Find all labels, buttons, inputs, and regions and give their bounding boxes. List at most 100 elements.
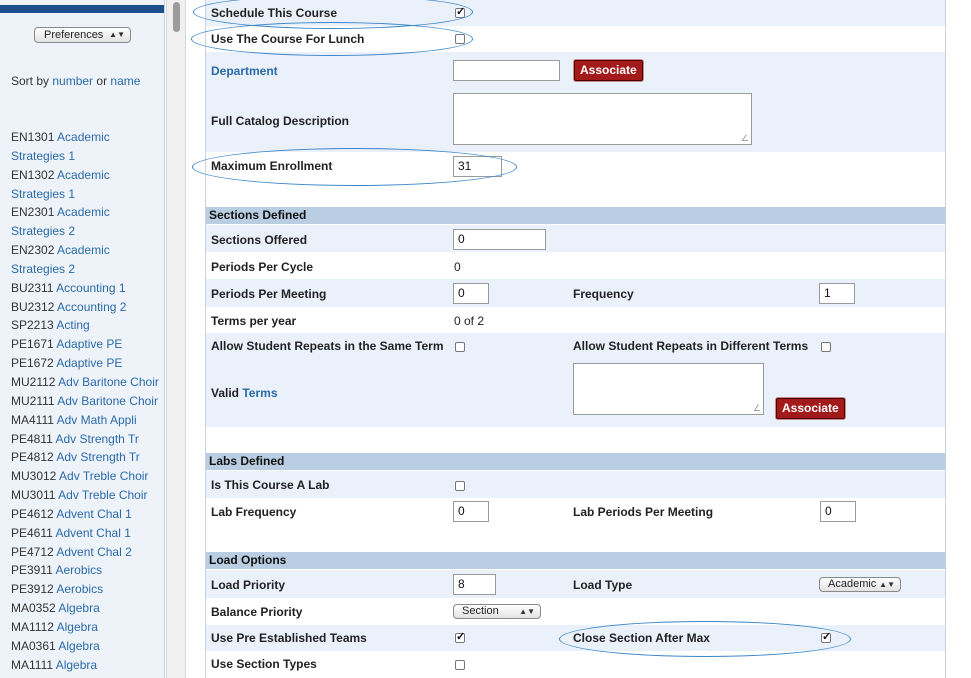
scrollbar[interactable] bbox=[166, 0, 186, 678]
course-name-link[interactable]: Algebra bbox=[58, 639, 99, 653]
frequency-label: Frequency bbox=[573, 287, 634, 301]
department-link[interactable]: Department bbox=[211, 64, 278, 78]
course-name-link[interactable]: Adaptive PE bbox=[56, 356, 122, 370]
is-lab-checkbox[interactable] bbox=[455, 481, 465, 491]
valid-terms-textarea[interactable]: ∠ bbox=[573, 363, 764, 415]
resize-grip-icon[interactable]: ∠ bbox=[741, 134, 749, 143]
course-form: Schedule This Course Use The Course For … bbox=[205, 0, 946, 678]
balance-priority-label: Balance Priority bbox=[211, 605, 303, 619]
course-name-link[interactable]: Strategies 1 bbox=[11, 187, 75, 201]
course-name-link[interactable]: Strategies 2 bbox=[11, 224, 75, 238]
max-enrollment-input[interactable]: 31 bbox=[453, 156, 502, 177]
sections-offered-input[interactable]: 0 bbox=[453, 229, 546, 250]
course-list-item: Strategies 1 bbox=[11, 147, 161, 166]
department-label: Department bbox=[211, 64, 278, 78]
valid-terms-row: Valid Terms ∠ Associate bbox=[206, 359, 945, 427]
course-list-item: PE4712 Advent Chal 2 bbox=[11, 543, 161, 562]
course-code: PE4611 bbox=[11, 525, 53, 540]
course-code: EN2301 bbox=[11, 205, 55, 220]
course-name-link[interactable]: Academic bbox=[57, 243, 110, 257]
course-name-link[interactable]: Adv Baritone Choir bbox=[58, 375, 159, 389]
course-code: PE4612 bbox=[11, 506, 54, 521]
lunch-label: Use The Course For Lunch bbox=[211, 32, 365, 46]
course-code: MU3011 bbox=[11, 488, 56, 503]
course-name-link[interactable]: Algebra bbox=[58, 601, 99, 615]
load-type-label: Load Type bbox=[573, 578, 633, 592]
course-list-item: PE4611 Advent Chal 1 bbox=[11, 524, 161, 543]
department-associate-button[interactable]: Associate bbox=[574, 60, 643, 81]
lab-frequency-input[interactable]: 0 bbox=[453, 501, 489, 522]
course-list-item: MA0361 Algebra bbox=[11, 637, 161, 656]
lab-periods-input[interactable]: 0 bbox=[820, 501, 856, 522]
section-types-checkbox[interactable] bbox=[455, 660, 465, 670]
course-code: MA4111 bbox=[11, 412, 54, 427]
close-after-max-checkbox[interactable] bbox=[821, 630, 831, 643]
course-code: PE1671 bbox=[11, 337, 54, 352]
course-name-link[interactable]: Adv Treble Choir bbox=[59, 469, 148, 483]
scrollbar-thumb[interactable] bbox=[173, 2, 180, 32]
course-name-link[interactable]: Accounting 2 bbox=[57, 300, 126, 314]
course-list-item: MU3012 Adv Treble Choir bbox=[11, 467, 161, 486]
course-list-item: PE4811 Adv Strength Tr bbox=[11, 430, 161, 449]
course-name-link[interactable]: Adv Math Appli bbox=[57, 413, 137, 427]
max-enrollment-label: Maximum Enrollment bbox=[211, 159, 333, 173]
teams-checkbox[interactable] bbox=[455, 630, 465, 643]
course-list-item: EN2302 Academic bbox=[11, 241, 161, 260]
course-list-item: PE3912 Aerobics bbox=[11, 580, 161, 599]
course-list-item: PE1671 Adaptive PE bbox=[11, 335, 161, 354]
preferences-label: Preferences bbox=[44, 29, 104, 41]
lab-frequency-row: Lab Frequency 0 Lab Periods Per Meeting … bbox=[206, 498, 945, 526]
course-name-link[interactable]: Strategies 1 bbox=[11, 149, 75, 163]
frequency-input[interactable]: 1 bbox=[819, 283, 855, 304]
course-name-link[interactable]: Aerobics bbox=[56, 582, 103, 596]
sort-by-number-link[interactable]: number bbox=[52, 74, 93, 88]
course-name-link[interactable]: Advent Chal 2 bbox=[56, 545, 131, 559]
course-name-link[interactable]: Strategies 2 bbox=[11, 262, 75, 276]
course-code: PE1672 bbox=[11, 356, 54, 371]
load-type-dropdown[interactable]: Academic ▲▼ bbox=[819, 577, 901, 592]
catalog-textarea[interactable]: ∠ bbox=[453, 93, 752, 145]
repeats-same-term-checkbox[interactable] bbox=[455, 342, 465, 352]
course-name-link[interactable]: Academic bbox=[57, 205, 110, 219]
lab-periods-label: Lab Periods Per Meeting bbox=[573, 505, 714, 519]
sort-or: or bbox=[96, 74, 108, 88]
course-name-link[interactable]: Adv Treble Choir bbox=[58, 488, 147, 502]
course-list-item: EN1301 Academic bbox=[11, 128, 161, 147]
course-name-link[interactable]: Adv Strength Tr bbox=[55, 432, 138, 446]
catalog-row: Full Catalog Description ∠ bbox=[206, 88, 945, 152]
is-lab-row: Is This Course A Lab bbox=[206, 471, 945, 498]
course-name-link[interactable]: Aerobics bbox=[55, 563, 102, 577]
sort-by-name-link[interactable]: name bbox=[110, 74, 140, 88]
department-input[interactable] bbox=[453, 60, 560, 81]
load-options-header: Load Options bbox=[206, 552, 945, 569]
course-name-link[interactable]: Acting bbox=[56, 318, 89, 332]
course-code: SP2213 bbox=[11, 318, 54, 333]
load-priority-input[interactable]: 8 bbox=[453, 574, 496, 595]
repeats-diff-terms-checkbox[interactable] bbox=[821, 342, 831, 352]
resize-grip-icon[interactable]: ∠ bbox=[753, 404, 761, 413]
valid-terms-label: Valid Terms bbox=[211, 386, 278, 400]
course-list-item: PE3911 Aerobics bbox=[11, 561, 161, 580]
course-name-link[interactable]: Algebra bbox=[57, 620, 98, 634]
preferences-dropdown[interactable]: Preferences ▲▼ bbox=[34, 27, 131, 43]
course-code: MA0352 bbox=[11, 601, 56, 616]
course-name-link[interactable]: Accounting 1 bbox=[56, 281, 125, 295]
lab-frequency-label: Lab Frequency bbox=[211, 505, 297, 519]
lunch-checkbox[interactable] bbox=[455, 34, 465, 44]
sort-options: Sort by number or name bbox=[11, 74, 140, 88]
course-name-link[interactable]: Advent Chal 1 bbox=[55, 526, 130, 540]
course-name-link[interactable]: Adaptive PE bbox=[56, 337, 122, 351]
terms-associate-button[interactable]: Associate bbox=[776, 398, 845, 419]
course-name-link[interactable]: Academic bbox=[57, 130, 110, 144]
course-name-link[interactable]: Advent Chal 1 bbox=[56, 507, 131, 521]
course-name-link[interactable]: Algebra bbox=[56, 658, 97, 672]
course-code: PE4712 bbox=[11, 544, 54, 559]
terms-year-label: Terms per year bbox=[211, 314, 297, 328]
balance-priority-dropdown[interactable]: Section ▲▼ bbox=[453, 604, 541, 619]
course-name-link[interactable]: Adv Strength Tr bbox=[56, 450, 139, 464]
course-name-link[interactable]: Adv Baritone Choir bbox=[57, 394, 158, 408]
course-name-link[interactable]: Academic bbox=[57, 168, 110, 182]
schedule-course-checkbox[interactable] bbox=[455, 5, 465, 18]
terms-link[interactable]: Terms bbox=[242, 386, 277, 400]
periods-meeting-input[interactable]: 0 bbox=[453, 283, 489, 304]
